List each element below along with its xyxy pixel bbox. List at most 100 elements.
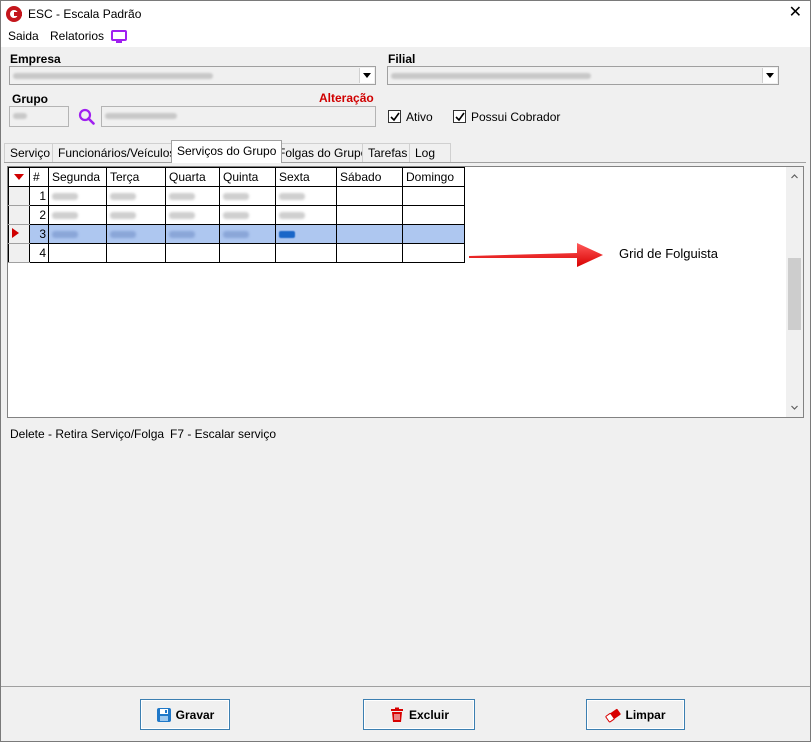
table-row[interactable]: 4 [8,243,465,263]
menu-saida[interactable]: Saida [8,29,39,43]
save-floppy-icon [156,707,171,722]
row-indicator[interactable] [8,205,30,225]
ativo-label: Ativo [406,110,433,124]
cell-sabado[interactable] [336,186,403,206]
vertical-scrollbar[interactable] [786,167,803,417]
main-window: ESC - Escala Padrão ✕ Saida Relatorios E… [0,0,811,742]
cell-value-redacted [223,212,249,220]
cell-segunda[interactable] [48,205,107,225]
cell-segunda[interactable] [48,186,107,206]
col-header-segunda[interactable]: Segunda [48,167,107,187]
col-header-domingo[interactable]: Domingo [402,167,465,187]
cell-sexta[interactable] [275,243,337,263]
row-indicator-current[interactable] [8,224,30,244]
col-header-sabado[interactable]: Sábado [336,167,403,187]
cell-sexta-editing[interactable] [275,224,337,244]
possui-cobrador-checkbox[interactable] [453,110,466,123]
hint-f7: F7 - Escalar serviço [170,427,277,441]
app-logo-icon [6,6,22,22]
empresa-label: Empresa [10,52,61,66]
hint-delete: Delete - Retira Serviço/Folga [10,427,165,441]
sort-down-icon [14,174,24,180]
cell-domingo[interactable] [402,243,465,263]
excluir-button[interactable]: Excluir [363,699,475,730]
filial-select[interactable] [387,66,779,85]
cell-quarta[interactable] [165,243,220,263]
cell-quarta[interactable] [165,205,220,225]
cell-quinta[interactable] [219,224,276,244]
row-number: 4 [29,243,49,263]
cell-value-redacted [223,193,249,201]
cell-terca[interactable] [106,243,166,263]
filial-dropdown-icon[interactable] [762,68,777,83]
cell-terca[interactable] [106,205,166,225]
cell-quinta[interactable] [219,205,276,225]
empresa-dropdown-icon[interactable] [359,68,374,83]
cell-value-redacted [52,212,78,220]
cell-sabado[interactable] [336,205,403,225]
tab-log[interactable]: Log [409,143,451,162]
table-row[interactable]: 2 [8,205,465,225]
col-header-terca[interactable]: Terça [106,167,166,187]
scroll-down-icon[interactable] [791,404,798,411]
cell-domingo[interactable] [402,186,465,206]
search-icon[interactable] [78,108,95,125]
grupo-code-input[interactable] [9,106,69,127]
col-header-quarta[interactable]: Quarta [165,167,220,187]
cell-domingo[interactable] [402,224,465,244]
title-bar: ESC - Escala Padrão ✕ [1,1,810,27]
cell-value-redacted [169,212,195,220]
cell-value-redacted [169,193,195,201]
cell-terca[interactable] [106,224,166,244]
cell-terca[interactable] [106,186,166,206]
monitor-icon[interactable] [111,30,127,43]
row-indicator[interactable] [8,243,30,263]
eraser-icon [605,708,622,722]
row-number: 2 [29,205,49,225]
limpar-button[interactable]: Limpar [586,699,685,730]
cell-quinta[interactable] [219,186,276,206]
tab-servico[interactable]: Serviço [4,143,57,162]
close-window-button[interactable]: ✕ [789,4,802,22]
checkmark-icon [455,112,465,122]
tab-funcionarios-veiculos[interactable]: Funcionários/Veículos [52,143,182,162]
annotation-arrow-icon [469,243,603,267]
scrollbar-thumb[interactable] [788,258,801,330]
menu-relatorios[interactable]: Relatorios [50,29,104,43]
ativo-checkbox[interactable] [388,110,401,123]
cell-sabado[interactable] [336,224,403,244]
grupo-description-input[interactable] [101,106,376,127]
table-row-selected[interactable]: 3 [8,224,465,244]
cell-segunda[interactable] [48,243,107,263]
col-header-quinta[interactable]: Quinta [219,167,276,187]
col-header-sexta[interactable]: Sexta [275,167,337,187]
cell-segunda[interactable] [48,224,107,244]
table-row[interactable]: 1 [8,186,465,206]
row-number: 1 [29,186,49,206]
tab-servicos-do-grupo[interactable]: Serviços do Grupo [171,140,283,163]
empresa-value-redacted [13,73,213,79]
empresa-select[interactable] [9,66,376,85]
tab-tarefas[interactable]: Tarefas [362,143,414,162]
cell-quinta[interactable] [219,243,276,263]
cell-sexta[interactable] [275,205,337,225]
cell-value-redacted [169,231,195,239]
cell-quarta[interactable] [165,186,220,206]
grupo-label: Grupo [12,92,48,106]
services-grid[interactable]: # Segunda Terça Quarta Quinta Sexta Sába… [7,166,804,418]
window-title: ESC - Escala Padrão [28,7,142,21]
gravar-button[interactable]: Gravar [140,699,230,730]
cell-quarta[interactable] [165,224,220,244]
grid-corner-sort-icon[interactable] [8,167,30,187]
menu-bar: Saida Relatorios [1,27,810,47]
cell-value-redacted [279,231,295,239]
limpar-button-label: Limpar [625,707,666,722]
cell-domingo[interactable] [402,205,465,225]
tab-folgas-do-grupo[interactable]: Folgas do Grupo [272,143,374,162]
cell-sabado[interactable] [336,243,403,263]
row-indicator[interactable] [8,186,30,206]
scroll-up-icon[interactable] [791,173,798,180]
col-header-num[interactable]: # [29,167,49,187]
cell-sexta[interactable] [275,186,337,206]
cell-value-redacted [110,193,136,201]
